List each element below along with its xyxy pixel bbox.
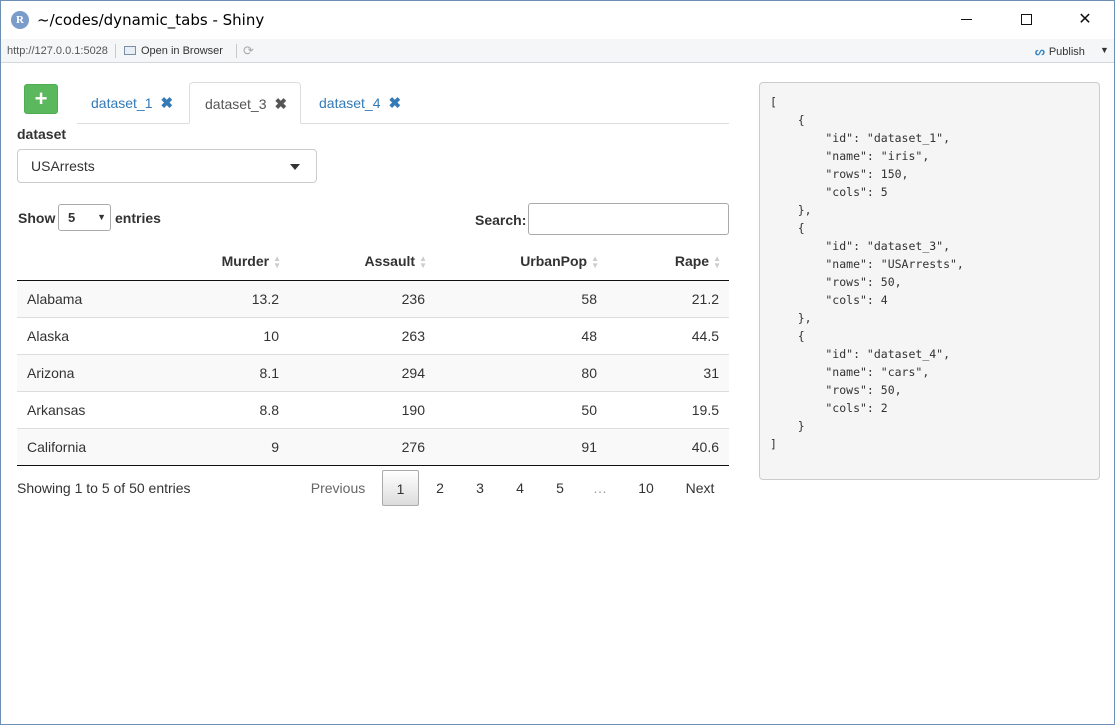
cell-murder: 9	[147, 427, 289, 466]
cell-state: Arkansas	[17, 390, 147, 428]
data-table: Murder ▲ ▼ Assault ▲ ▼ UrbanPop ▲ ▼ Rape ▲ ▼ Ala…	[17, 242, 729, 466]
table-info: Showing 1 to 5 of 50 entries	[17, 480, 191, 496]
tab-label: dataset_3	[205, 96, 267, 112]
maximize-icon	[1020, 14, 1032, 26]
column-header-rape[interactable]: Rape ▲ ▼	[607, 242, 729, 281]
close-window-button[interactable]: ✕	[1055, 1, 1115, 39]
table-header-row: Murder ▲ ▼ Assault ▲ ▼ UrbanPop ▲ ▼ Rape ▲ ▼	[17, 242, 729, 281]
column-header-rownames[interactable]	[17, 242, 147, 281]
refresh-icon[interactable]: ⟳	[243, 43, 254, 59]
chevron-down-icon: ▼	[97, 212, 106, 222]
cell-state: California	[17, 427, 147, 466]
minimize-button[interactable]	[936, 1, 996, 39]
cell-assault: 294	[289, 353, 435, 391]
cell-murder: 10	[147, 316, 289, 354]
column-header-assault[interactable]: Assault ▲ ▼	[289, 242, 435, 281]
cell-assault: 190	[289, 390, 435, 428]
entries-label: entries	[115, 210, 161, 226]
cell-urbanpop: 91	[435, 427, 607, 466]
page-button-5[interactable]: 5	[543, 470, 577, 506]
show-label: Show	[18, 210, 56, 226]
r-logo-icon: R	[11, 11, 29, 29]
tab-dataset-1[interactable]: dataset_1 ✖	[91, 82, 173, 124]
publish-dropdown-icon[interactable]: ▼	[1100, 45, 1109, 55]
page-button-10[interactable]: 10	[627, 470, 665, 506]
maximize-button[interactable]	[996, 1, 1056, 39]
column-header-urbanpop[interactable]: UrbanPop ▲ ▼	[435, 242, 607, 281]
table-row[interactable]: Arizona 8.1 294 80 31	[17, 353, 729, 391]
dataset-label: dataset	[17, 126, 67, 142]
tab-dataset-3[interactable]: dataset_3 ✖	[189, 82, 301, 124]
tab-label: dataset_4	[319, 95, 381, 111]
url-text: http://127.0.0.1:5028	[7, 45, 108, 57]
page-button-4[interactable]: 4	[503, 470, 537, 506]
cell-state: Arizona	[17, 353, 147, 391]
cell-murder: 8.1	[147, 353, 289, 391]
toolbar-divider	[115, 44, 116, 58]
cell-urbanpop: 48	[435, 316, 607, 354]
sort-icon: ▲ ▼	[273, 253, 281, 270]
tab-label: dataset_1	[91, 95, 153, 111]
dataset-select-value: USArrests	[31, 158, 95, 174]
tab-dataset-4[interactable]: dataset_4 ✖	[319, 82, 401, 124]
search-input[interactable]	[528, 203, 729, 235]
cell-rape: 44.5	[607, 316, 729, 354]
sort-icon: ▲ ▼	[591, 253, 599, 270]
cell-urbanpop: 58	[435, 280, 607, 317]
close-icon: ✕	[1078, 11, 1092, 28]
close-tab-icon[interactable]: ✖	[161, 95, 174, 112]
cell-urbanpop: 80	[435, 353, 607, 391]
publish-button[interactable]: ᔕ Publish	[1035, 45, 1085, 58]
title-bar: R ~/codes/dynamic_tabs - Shiny ✕	[1, 1, 1114, 39]
dataset-select[interactable]: USArrests	[17, 149, 317, 183]
tabs-baseline	[77, 123, 729, 124]
cell-state: Alaska	[17, 316, 147, 354]
page-button-2[interactable]: 2	[423, 470, 457, 506]
column-header-murder[interactable]: Murder ▲ ▼	[147, 242, 289, 281]
chevron-down-icon	[290, 164, 300, 170]
table-row[interactable]: California 9 276 91 40.6	[17, 427, 729, 466]
table-row[interactable]: Arkansas 8.8 190 50 19.5	[17, 390, 729, 428]
cell-murder: 13.2	[147, 280, 289, 317]
json-output-panel: [ { "id": "dataset_1", "name": "iris", "…	[759, 82, 1100, 480]
table-row[interactable]: Alaska 10 263 48 44.5	[17, 316, 729, 354]
cell-state: Alabama	[17, 280, 147, 317]
next-page-button[interactable]: Next	[677, 470, 723, 506]
sort-icon: ▲ ▼	[713, 253, 721, 270]
open-in-browser-button[interactable]: Open in Browser	[124, 45, 223, 57]
close-tab-icon[interactable]: ✖	[275, 96, 288, 113]
page-length-value: 5	[68, 210, 76, 225]
search-label: Search:	[475, 212, 527, 228]
add-tab-button[interactable]: +	[24, 84, 58, 114]
cell-rape: 40.6	[607, 427, 729, 466]
toolbar-divider	[236, 44, 237, 58]
page-length-select[interactable]: 5 ▼	[58, 204, 111, 231]
cell-assault: 236	[289, 280, 435, 317]
previous-page-button[interactable]: Previous	[301, 470, 375, 506]
cell-murder: 8.8	[147, 390, 289, 428]
minimize-icon	[960, 19, 972, 21]
open-in-browser-label: Open in Browser	[141, 45, 223, 57]
cell-assault: 276	[289, 427, 435, 466]
cell-rape: 31	[607, 353, 729, 391]
cell-urbanpop: 50	[435, 390, 607, 428]
browser-icon	[124, 46, 136, 55]
page-button-1[interactable]: 1	[382, 470, 419, 506]
table-row[interactable]: Alabama 13.2 236 58 21.2	[17, 280, 729, 317]
app-window: R ~/codes/dynamic_tabs - Shiny ✕ http://…	[0, 0, 1115, 725]
publish-icon: ᔕ	[1035, 46, 1045, 58]
cell-rape: 19.5	[607, 390, 729, 428]
page-button-3[interactable]: 3	[463, 470, 497, 506]
close-tab-icon[interactable]: ✖	[389, 95, 402, 112]
window-title: ~/codes/dynamic_tabs - Shiny	[37, 11, 265, 29]
cell-rape: 21.2	[607, 280, 729, 317]
sort-icon: ▲ ▼	[419, 253, 427, 270]
viewer-toolbar: http://127.0.0.1:5028 Open in Browser ⟳ …	[1, 39, 1114, 63]
cell-assault: 263	[289, 316, 435, 354]
publish-label: Publish	[1048, 46, 1085, 58]
pagination-ellipsis: …	[593, 480, 607, 496]
